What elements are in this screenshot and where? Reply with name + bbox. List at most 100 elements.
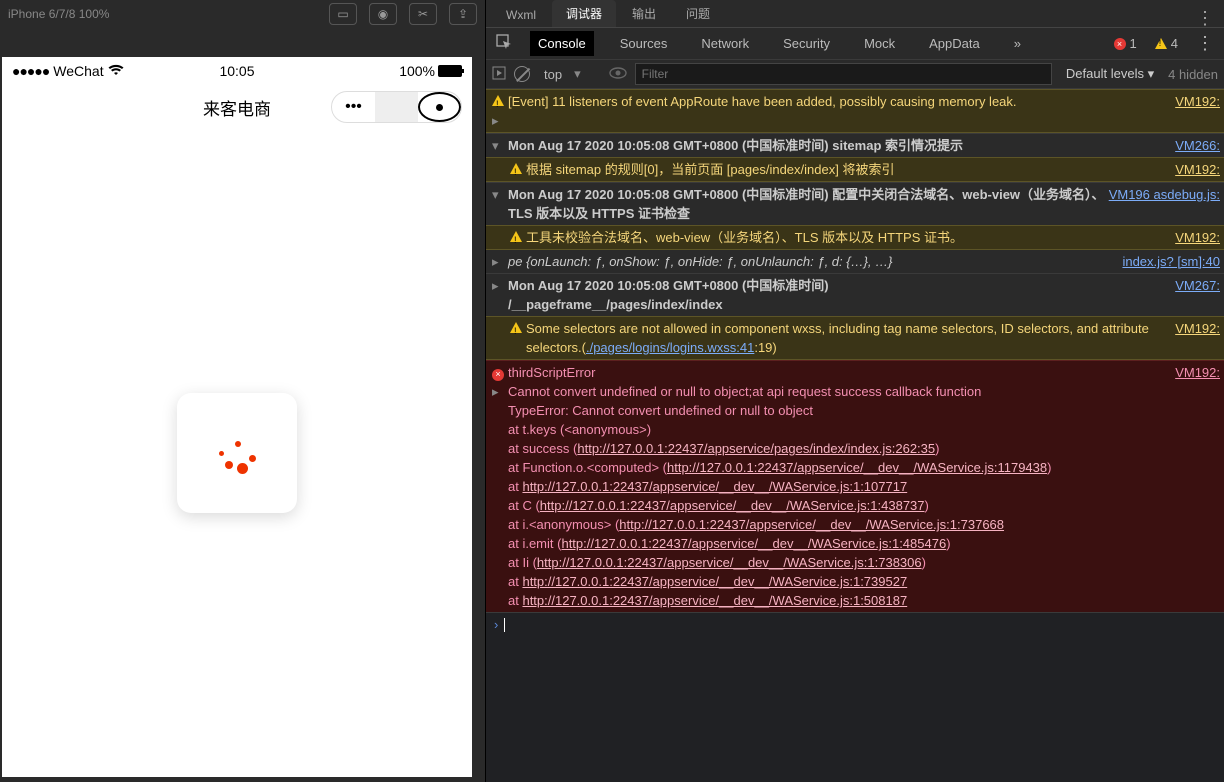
stack-link[interactable]: http://127.0.0.1:22437/appservice/pages/…	[577, 441, 935, 456]
error-row-icon[interactable]: × ▸	[492, 363, 504, 610]
left-panel: iPhone 6/7/8 100% ▭ ◉ ✂ ⇪ ●●●●● WeChat	[0, 0, 485, 782]
log-info[interactable]: ▸ pe {onLaunch: ƒ, onShow: ƒ, onHide: ƒ,…	[486, 250, 1224, 273]
log-warning[interactable]: Some selectors are not allowed in compon…	[486, 316, 1224, 360]
expand-icon[interactable]: ▸	[492, 92, 504, 130]
nav-bar: 来客电商 •••	[2, 85, 472, 129]
devtools-subtabs: Console Sources Network Security Mock Ap…	[486, 27, 1224, 59]
screenshot-icon[interactable]: ▭	[329, 3, 357, 25]
filter-input[interactable]	[635, 63, 1052, 85]
tab-output[interactable]: 输出	[618, 0, 670, 27]
log-source-link[interactable]: VM192:	[1175, 228, 1220, 247]
warning-row-icon	[510, 160, 522, 179]
console-log[interactable]: ▸ [Event] 11 listeners of event AppRoute…	[486, 89, 1224, 612]
error-count: 1	[1130, 36, 1137, 51]
log-inline-link[interactable]: ./pages/logins/logins.wxss:41	[586, 340, 754, 355]
subtab-more[interactable]: »	[1006, 31, 1029, 56]
log-group[interactable]: ▸ Mon Aug 17 2020 10:05:08 GMT+0800 (中国标…	[486, 273, 1224, 316]
log-error[interactable]: × ▸ thirdScriptError Cannot convert unde…	[486, 360, 1224, 612]
stack-link[interactable]: http://127.0.0.1:22437/appservice/__dev_…	[522, 593, 907, 608]
battery-icon	[438, 65, 462, 77]
loading-spinner	[177, 393, 297, 513]
simulator[interactable]: ●●●●● WeChat 10:05 100% 来客电商	[2, 57, 472, 777]
log-source-link[interactable]: VM192:	[1175, 363, 1220, 610]
log-message: 工具未校验合法域名、web-view（业务域名）、TLS 版本以及 HTTPS …	[526, 228, 1171, 247]
warning-icon	[1155, 38, 1167, 49]
log-message: 根据 sitemap 的规则[0]，当前页面 [pages/index/inde…	[526, 160, 1171, 179]
collapse-icon[interactable]: ▾	[492, 185, 504, 223]
log-source-link[interactable]: VM267:	[1175, 276, 1220, 314]
log-warning[interactable]: 根据 sitemap 的规则[0]，当前页面 [pages/index/inde…	[486, 157, 1224, 182]
stack-link[interactable]: http://127.0.0.1:22437/appservice/__dev_…	[522, 574, 907, 589]
carrier-label: WeChat	[53, 63, 103, 79]
collapse-icon[interactable]: ▾	[492, 136, 504, 155]
play-icon[interactable]	[492, 66, 506, 83]
capsule-menu-icon[interactable]: •••	[332, 92, 375, 122]
capsule: •••	[331, 91, 462, 123]
stack-link[interactable]: http://127.0.0.1:22437/appservice/__dev_…	[561, 536, 946, 551]
log-source-link[interactable]: index.js? [sm]:40	[1122, 252, 1220, 271]
clear-console-icon[interactable]	[514, 66, 530, 82]
cut-icon[interactable]: ✂	[409, 3, 437, 25]
signal-icon: ●●●●●	[12, 63, 49, 79]
warning-count-badge[interactable]: 4	[1155, 36, 1178, 51]
subtab-console[interactable]: Console	[530, 31, 594, 56]
wifi-icon	[108, 63, 124, 79]
simulator-body[interactable]	[2, 129, 472, 777]
live-expression-icon[interactable]	[609, 67, 627, 82]
capsule-close-icon[interactable]	[418, 92, 461, 122]
warning-row-icon	[510, 228, 522, 247]
log-source-link[interactable]: VM266:	[1175, 136, 1220, 155]
log-levels-dropdown[interactable]: Default levels ▾	[1060, 64, 1160, 84]
share-icon[interactable]: ⇪	[449, 3, 477, 25]
subtab-security[interactable]: Security	[775, 31, 838, 56]
subtab-appdata[interactable]: AppData	[921, 31, 988, 56]
tabs-more-icon[interactable]: ⋮	[1186, 9, 1224, 27]
subtab-network[interactable]: Network	[693, 31, 757, 56]
inspect-icon[interactable]	[496, 34, 512, 53]
log-message: Some selectors are not allowed in compon…	[526, 319, 1171, 357]
log-message: Mon Aug 17 2020 10:05:08 GMT+0800 (中国标准时…	[508, 185, 1105, 223]
warning-count: 4	[1171, 36, 1178, 51]
error-icon: ×	[1114, 38, 1126, 50]
expand-icon[interactable]: ▸	[492, 252, 504, 271]
stack-link[interactable]: http://127.0.0.1:22437/appservice/__dev_…	[540, 498, 925, 513]
stack-link[interactable]: http://127.0.0.1:22437/appservice/__dev_…	[522, 479, 907, 494]
expand-icon[interactable]: ▸	[492, 276, 504, 314]
error-count-badge[interactable]: × 1	[1114, 36, 1137, 51]
toolbar-action-icons: ▭ ◉ ✂ ⇪	[329, 3, 477, 25]
prompt-icon: ›	[494, 617, 498, 632]
log-source-link[interactable]: VM192:	[1175, 92, 1220, 130]
log-source-link[interactable]: VM192:	[1175, 319, 1220, 357]
subtab-mock[interactable]: Mock	[856, 31, 903, 56]
simulator-toolbar: iPhone 6/7/8 100% ▭ ◉ ✂ ⇪	[0, 0, 485, 27]
record-icon[interactable]: ◉	[369, 3, 397, 25]
stack-link[interactable]: http://127.0.0.1:22437/appservice/__dev_…	[619, 517, 1004, 532]
log-message: Mon Aug 17 2020 10:05:08 GMT+0800 (中国标准时…	[508, 276, 1171, 314]
device-selector[interactable]: iPhone 6/7/8 100%	[8, 7, 329, 21]
prompt-cursor	[504, 618, 505, 632]
battery-percent: 100%	[399, 63, 435, 79]
scope-dropdown-icon[interactable]: ▾	[574, 66, 581, 82]
tab-issues[interactable]: 问题	[672, 0, 724, 27]
page-title: 来客电商	[203, 95, 271, 120]
tab-wxml[interactable]: Wxml	[492, 3, 550, 27]
log-warning[interactable]: ▸ [Event] 11 listeners of event AppRoute…	[486, 89, 1224, 133]
log-group[interactable]: ▾ Mon Aug 17 2020 10:05:08 GMT+0800 (中国标…	[486, 182, 1224, 225]
log-warning[interactable]: 工具未校验合法域名、web-view（业务域名）、TLS 版本以及 HTTPS …	[486, 225, 1224, 250]
stack-link[interactable]: http://127.0.0.1:22437/appservice/__dev_…	[537, 555, 922, 570]
tab-debugger[interactable]: 调试器	[552, 0, 616, 27]
log-message: thirdScriptError Cannot convert undefine…	[508, 363, 1171, 610]
devtools-panel: Wxml 调试器 输出 问题 ⋮ Console Sources Network…	[485, 0, 1224, 782]
status-bar: ●●●●● WeChat 10:05 100%	[2, 57, 472, 85]
subtab-sources[interactable]: Sources	[612, 31, 676, 56]
log-message: Mon Aug 17 2020 10:05:08 GMT+0800 (中国标准时…	[508, 136, 1171, 155]
clock-label: 10:05	[162, 63, 312, 79]
devtools-settings-icon[interactable]: ⋮	[1196, 33, 1214, 54]
log-source-link[interactable]: VM196 asdebug.js:	[1109, 185, 1220, 223]
stack-link[interactable]: http://127.0.0.1:22437/appservice/__dev_…	[667, 460, 1047, 475]
log-source-link[interactable]: VM192:	[1175, 160, 1220, 179]
console-prompt[interactable]: ›	[486, 612, 1224, 636]
devtools-top-tabs: Wxml 调试器 输出 问题 ⋮	[486, 0, 1224, 27]
log-group[interactable]: ▾ Mon Aug 17 2020 10:05:08 GMT+0800 (中国标…	[486, 133, 1224, 157]
hidden-count[interactable]: 4 hidden	[1168, 67, 1218, 82]
